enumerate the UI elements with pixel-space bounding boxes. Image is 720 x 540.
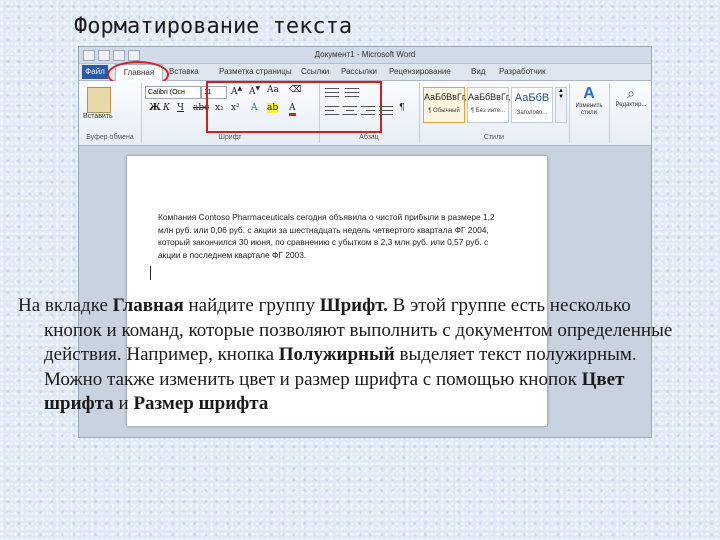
bullets-icon[interactable] [325, 87, 339, 97]
body-text: и [113, 393, 134, 414]
tab-page-layout[interactable]: Разметка страницы [219, 67, 292, 76]
style-name: ¶ Без инте... [470, 108, 506, 114]
tab-mailings[interactable]: Рассылки [341, 67, 377, 76]
slide-title: Форматирование текста [74, 14, 353, 39]
change-styles-group: A Изменить стили [569, 83, 610, 143]
font-group-label: Шрифт [218, 134, 242, 141]
paragraph-group: ¶ Абзац [319, 83, 420, 143]
paragraph-group-label: Абзац [359, 134, 379, 141]
justify-icon[interactable] [379, 105, 393, 115]
window-title: Документ1 - Microsoft Word [314, 50, 416, 59]
paste-icon[interactable] [87, 87, 111, 113]
tab-insert[interactable]: Вставка [169, 67, 199, 76]
body-text: найдите группу [183, 295, 320, 316]
style-normal[interactable]: АаБбВвГг, ¶ Обычный [423, 87, 467, 123]
home-bold-text: Главная [112, 295, 184, 316]
style-name: Заголово... [516, 110, 548, 116]
change-styles-button[interactable]: A Изменить стили [571, 85, 607, 125]
style-sample: АаБбВвГг, [424, 92, 467, 102]
change-styles-label: Изменить стили [575, 103, 603, 116]
styles-group: АаБбВвГг, ¶ Обычный АаБбВвГг, ¶ Без инте… [419, 83, 570, 143]
italic-icon[interactable]: К [163, 103, 170, 113]
font-name-combo[interactable]: Calibri (Осн [145, 86, 201, 99]
styles-scroll[interactable]: ▲ ▼ [555, 87, 567, 123]
style-sample: АаБбВ [514, 92, 550, 104]
font-size-text: Размер шрифта [133, 393, 269, 414]
tab-review[interactable]: Рецензирование [389, 67, 451, 76]
editing-label: Редактир... [615, 102, 647, 108]
document-paragraph[interactable]: Компания Contoso Pharmaceuticals сегодня… [158, 211, 512, 261]
tab-file[interactable]: Файл [82, 65, 108, 79]
style-name: ¶ Обычный [428, 108, 460, 114]
clipboard-group-label: Буфер обмена [86, 134, 134, 141]
bold-icon[interactable]: Ж [149, 103, 161, 113]
body-paragraph: На вкладке Главная найдите группу Шрифт.… [18, 294, 688, 417]
underline-icon[interactable]: Ч [177, 103, 184, 113]
font-bold-text: Шрифт. [319, 295, 388, 316]
align-center-icon[interactable] [343, 105, 357, 115]
text-cursor [150, 266, 151, 280]
tab-view[interactable]: Вид [471, 67, 485, 76]
paste-label[interactable]: Вставить [83, 113, 113, 120]
change-styles-icon: A [583, 85, 595, 102]
ribbon: Вставить Буфер обмена Calibri (Осн 11 A▲… [79, 81, 651, 146]
align-left-icon[interactable] [325, 105, 339, 115]
show-marks-icon[interactable]: ¶ [399, 103, 405, 113]
tab-developer[interactable]: Разработчик [499, 67, 546, 76]
editing-group: ⌕ Редактир... [609, 83, 651, 143]
title-bar: Документ1 - Microsoft Word [79, 47, 651, 64]
align-right-icon[interactable] [361, 105, 375, 115]
styles-group-label: Стили [483, 134, 505, 141]
editing-button[interactable]: ⌕ Редактир... [613, 85, 649, 125]
style-no-spacing[interactable]: АаБбВвГг, ¶ Без инте... [467, 87, 511, 123]
font-group: Calibri (Осн 11 A▲ A▼ Aa ⌫ Ж К Ч abc x₂ … [141, 81, 382, 143]
tab-references[interactable]: Ссылки [301, 67, 329, 76]
slide-body: На вкладке Главная найдите группу Шрифт.… [18, 294, 688, 417]
bold-button-text: Полужирный [278, 344, 395, 365]
style-sample: АаБбВвГг, [468, 92, 511, 102]
find-icon: ⌕ [627, 85, 635, 101]
numbering-icon[interactable] [345, 87, 359, 97]
style-heading[interactable]: АаБбВ Заголово... [511, 87, 553, 123]
body-text: На вкладке [18, 295, 113, 316]
clipboard-group: Вставить Буфер обмена [79, 83, 142, 143]
